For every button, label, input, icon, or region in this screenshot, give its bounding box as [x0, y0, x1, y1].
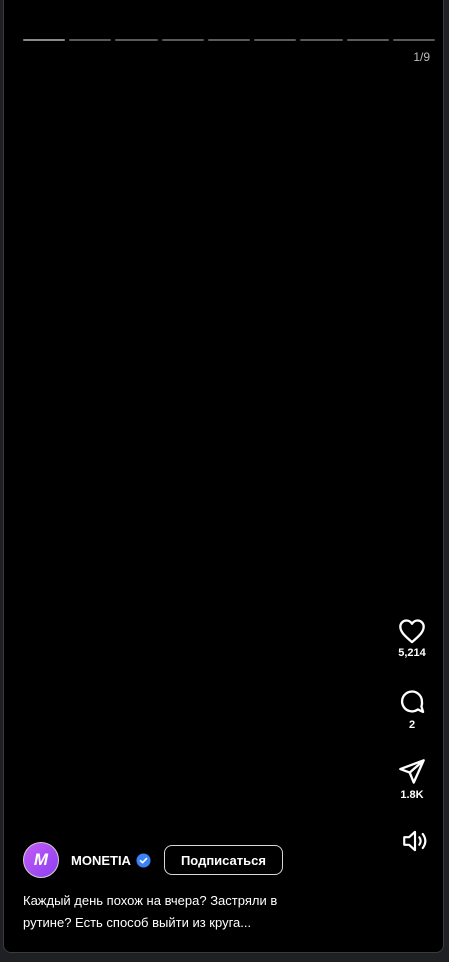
progress-segment — [115, 39, 158, 41]
verified-badge-icon — [136, 852, 151, 868]
author-row: M MONETIA Подписаться — [23, 842, 283, 878]
like-button[interactable]: 5,214 — [398, 618, 426, 688]
share-icon — [398, 758, 426, 786]
story-viewer[interactable]: 1/9 5,214 2 1.8K M MONETIA Подписаться К… — [3, 0, 444, 953]
progress-segment — [392, 39, 435, 41]
progress-segment — [69, 39, 112, 41]
slide-counter: 1/9 — [413, 50, 430, 64]
progress-segment — [254, 39, 297, 41]
speaker-icon — [401, 830, 429, 858]
like-count: 5,214 — [398, 647, 426, 659]
progress-segment — [300, 39, 343, 41]
action-rail: 5,214 2 1.8K — [395, 618, 429, 828]
follow-button[interactable]: Подписаться — [163, 845, 283, 875]
sound-toggle-button[interactable] — [401, 828, 429, 859]
username[interactable]: MONETIA — [71, 853, 131, 868]
story-progress-bar — [23, 39, 435, 41]
heart-icon — [398, 618, 426, 644]
share-button[interactable]: 1.8K — [398, 758, 426, 828]
avatar-logo-letter: M — [33, 850, 49, 869]
avatar[interactable]: M — [23, 842, 59, 878]
share-count: 1.8K — [400, 789, 424, 801]
comment-button[interactable]: 2 — [398, 688, 426, 758]
progress-segment — [346, 39, 389, 41]
progress-segment — [23, 39, 66, 41]
comment-icon — [398, 688, 426, 716]
progress-segment — [161, 39, 204, 41]
progress-segment — [207, 39, 251, 41]
post-caption[interactable]: Каждый день похож на вчера? Застряли в р… — [23, 890, 323, 934]
comment-count: 2 — [408, 719, 416, 731]
